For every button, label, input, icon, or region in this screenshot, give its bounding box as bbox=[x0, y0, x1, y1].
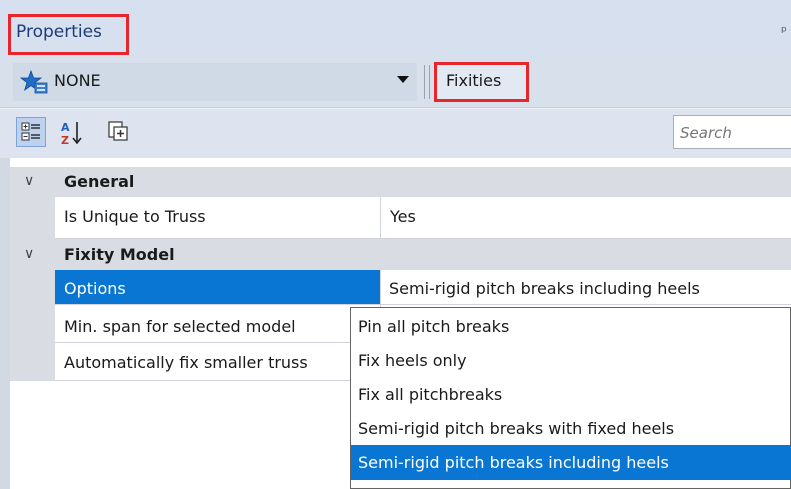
chevron-down-icon[interactable]: ∨ bbox=[24, 246, 34, 262]
dropdown-option-pin-all[interactable]: Pin all pitch breaks bbox=[351, 309, 791, 344]
column-divider[interactable] bbox=[380, 197, 381, 239]
property-value-unique-to-truss[interactable]: Yes bbox=[390, 207, 416, 226]
toolbar-separator bbox=[424, 65, 430, 99]
search-placeholder[interactable]: Search bbox=[680, 124, 732, 142]
property-name-auto-fix[interactable]: Automatically fix smaller truss bbox=[64, 353, 350, 372]
property-name-min-span[interactable]: Min. span for selected model bbox=[64, 317, 350, 336]
panel-title: Properties bbox=[16, 22, 102, 42]
star-icon bbox=[20, 70, 48, 94]
section-title-general: General bbox=[64, 172, 135, 191]
dropdown-option-fix-heels[interactable]: Fix heels only bbox=[351, 343, 791, 378]
row-indent bbox=[10, 197, 55, 239]
dropdown-option-fix-all[interactable]: Fix all pitchbreaks bbox=[351, 377, 791, 412]
row-divider bbox=[55, 304, 791, 305]
property-name-options[interactable]: Options bbox=[64, 279, 126, 298]
row-indent bbox=[10, 270, 55, 381]
dropdown-option-semi-rigid-fixed-heels[interactable]: Semi-rigid pitch breaks with fixed heels bbox=[351, 411, 791, 446]
grid-margin bbox=[0, 158, 10, 489]
chevron-down-icon[interactable]: ∨ bbox=[24, 173, 34, 189]
section-title-fixity-model: Fixity Model bbox=[64, 245, 175, 264]
categorized-icon[interactable] bbox=[21, 122, 41, 142]
property-value-options[interactable]: Semi-rigid pitch breaks including heels bbox=[389, 279, 700, 298]
alphabetical-sort-icon[interactable]: A Z bbox=[60, 119, 84, 147]
chevron-down-icon[interactable] bbox=[397, 76, 409, 83]
svg-text:A: A bbox=[61, 121, 70, 134]
property-pages-icon[interactable] bbox=[106, 119, 130, 143]
fixities-label[interactable]: Fixities bbox=[446, 71, 501, 90]
object-type-value: NONE bbox=[54, 71, 101, 90]
pin-icon[interactable]: ᵖ bbox=[781, 24, 787, 40]
dropdown-option-semi-rigid-including-heels[interactable]: Semi-rigid pitch breaks including heels bbox=[351, 445, 791, 480]
property-name-unique-to-truss[interactable]: Is Unique to Truss bbox=[64, 207, 377, 226]
svg-text:Z: Z bbox=[61, 134, 69, 147]
